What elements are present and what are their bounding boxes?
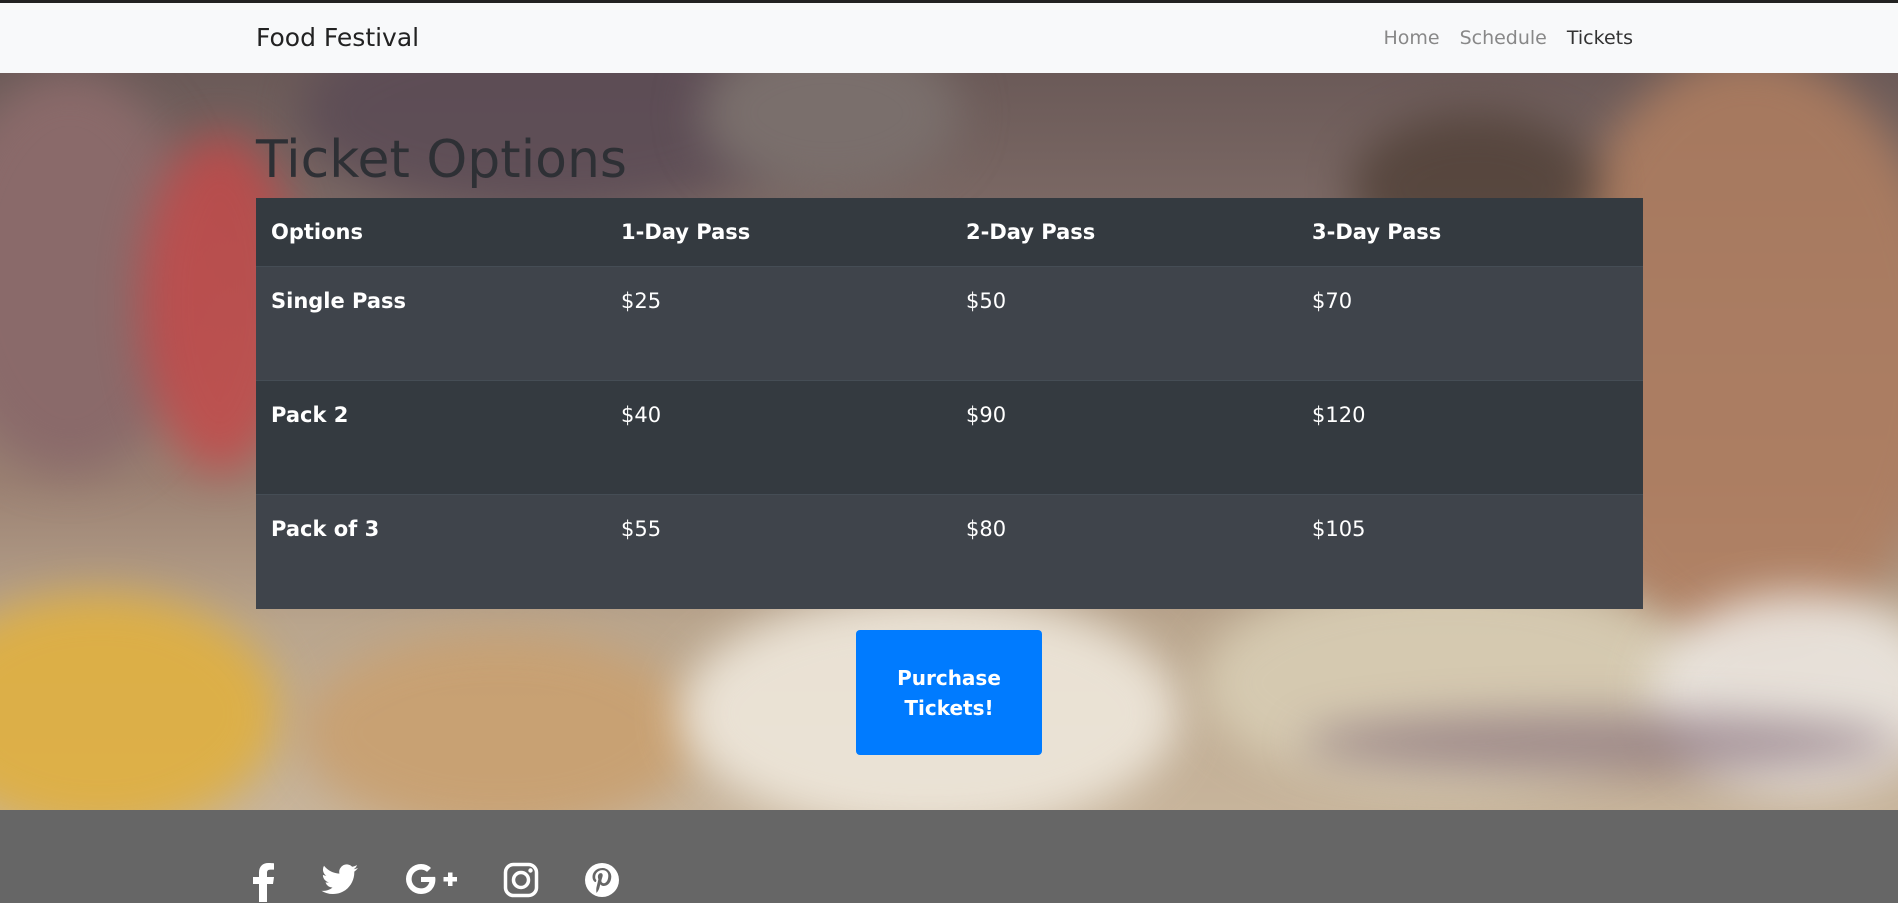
google-plus-icon[interactable]	[404, 862, 458, 902]
instagram-icon[interactable]	[503, 862, 539, 902]
price-cell: $105	[1297, 494, 1643, 609]
price-cell: $40	[606, 380, 951, 495]
row-label: Pack of 3	[256, 494, 606, 609]
price-cell: $70	[1297, 266, 1643, 381]
nav-tickets[interactable]: Tickets	[1567, 27, 1633, 49]
price-cell: $120	[1297, 380, 1643, 495]
footer	[0, 810, 1898, 903]
page-title: Ticket Options	[256, 130, 628, 190]
nav-links: Home Schedule Tickets	[1383, 27, 1633, 49]
column-header: 1-Day Pass	[606, 198, 951, 267]
nav-home[interactable]: Home	[1383, 27, 1439, 49]
price-cell: $80	[951, 494, 1297, 609]
table-row: Pack of 3 $55 $80 $105	[256, 494, 1643, 609]
row-label: Single Pass	[256, 266, 606, 381]
table-row: Pack 2 $40 $90 $120	[256, 380, 1643, 495]
price-cell: $90	[951, 380, 1297, 495]
nav-schedule[interactable]: Schedule	[1460, 27, 1547, 49]
social-links	[252, 862, 620, 902]
purchase-tickets-button[interactable]: Purchase Tickets!	[856, 630, 1042, 755]
price-cell: $55	[606, 494, 951, 609]
table-row: Single Pass $25 $50 $70	[256, 266, 1643, 381]
brand-logo[interactable]: Food Festival	[256, 23, 419, 52]
navbar: Food Festival Home Schedule Tickets	[0, 3, 1898, 73]
column-header: 2-Day Pass	[951, 198, 1297, 267]
pinterest-icon[interactable]	[584, 862, 620, 902]
column-header: Options	[256, 198, 606, 267]
column-header: 3-Day Pass	[1297, 198, 1643, 267]
table-header-row: Options 1-Day Pass 2-Day Pass 3-Day Pass	[256, 198, 1643, 267]
price-cell: $50	[951, 266, 1297, 381]
twitter-icon[interactable]	[321, 862, 359, 902]
facebook-icon[interactable]	[252, 862, 276, 902]
row-label: Pack 2	[256, 380, 606, 495]
price-cell: $25	[606, 266, 951, 381]
ticket-table: Options 1-Day Pass 2-Day Pass 3-Day Pass…	[256, 198, 1643, 609]
